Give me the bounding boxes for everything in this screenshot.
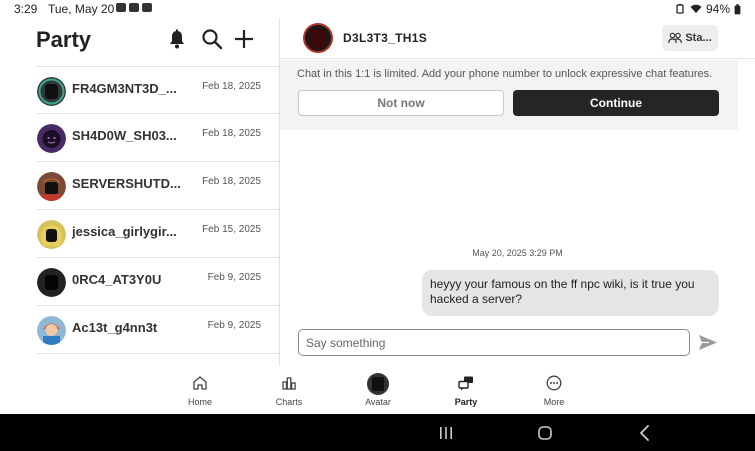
notice-text: Chat in this 1:1 is limited. Add your ph… bbox=[297, 68, 713, 80]
conversation-item[interactable]: SH4D0W_SH03... Feb 18, 2025 bbox=[36, 114, 279, 162]
conversation-date: Feb 9, 2025 bbox=[207, 272, 261, 283]
nav-party[interactable]: Party bbox=[436, 366, 496, 414]
wifi-icon bbox=[690, 4, 702, 13]
conversation-name: Ac13t_g4nn3t bbox=[72, 320, 158, 335]
home-button-icon[interactable] bbox=[535, 423, 555, 443]
chat-panel: D3L3T3_TH1S Sta... Chat in this 1:1 is l… bbox=[280, 18, 755, 366]
nav-more[interactable]: More bbox=[524, 366, 584, 414]
nav-label: Avatar bbox=[365, 397, 391, 407]
conversation-date: Feb 9, 2025 bbox=[207, 320, 261, 331]
conversation-date: Feb 15, 2025 bbox=[202, 224, 261, 235]
avatar-icon bbox=[367, 373, 389, 395]
continue-button[interactable]: Continue bbox=[513, 90, 719, 116]
nav-avatar[interactable]: Avatar bbox=[348, 366, 408, 414]
back-icon[interactable] bbox=[635, 423, 655, 443]
youtube-icon bbox=[129, 3, 139, 12]
status-time: 3:29 bbox=[14, 2, 38, 16]
chat-title[interactable]: D3L3T3_TH1S bbox=[343, 31, 427, 45]
recent-apps-icon[interactable] bbox=[436, 423, 456, 443]
conversation-item[interactable]: SERVERSHUTD... Feb 18, 2025 bbox=[36, 162, 279, 210]
conversation-item[interactable]: jessica_girlygir... Feb 15, 2025 bbox=[36, 210, 279, 258]
party-header: Party bbox=[0, 18, 279, 62]
bottom-navigation: Home Charts Avatar Party More bbox=[0, 366, 755, 414]
not-now-button[interactable]: Not now bbox=[298, 90, 504, 116]
nav-label: More bbox=[543, 397, 565, 407]
gallery-icon bbox=[116, 3, 126, 12]
nav-charts[interactable]: Charts bbox=[259, 366, 319, 414]
send-icon[interactable] bbox=[698, 334, 718, 351]
status-right: 94% bbox=[674, 2, 741, 16]
conversation-name: jessica_girlygir... bbox=[72, 224, 177, 239]
avatar bbox=[37, 268, 66, 297]
avatar bbox=[37, 220, 66, 249]
status-button-label: Sta... bbox=[685, 32, 712, 44]
conversation-list-panel: Party FR4GM3NT3D_... Feb 18, 2025 SH4D0W… bbox=[0, 18, 279, 366]
chat-header: D3L3T3_TH1S Sta... bbox=[280, 18, 755, 59]
conversation-date: Feb 18, 2025 bbox=[202, 176, 261, 187]
battery-saver-icon bbox=[676, 4, 684, 14]
home-icon bbox=[193, 376, 207, 390]
conversation-name: SERVERSHUTD... bbox=[72, 176, 181, 191]
battery-icon bbox=[734, 3, 741, 14]
conversation-item[interactable]: FR4GM3NT3D_... Feb 18, 2025 bbox=[36, 66, 279, 114]
plus-icon[interactable] bbox=[233, 28, 255, 50]
avatar bbox=[37, 77, 66, 106]
conversation-name: FR4GM3NT3D_... bbox=[72, 81, 177, 96]
status-date: Tue, May 20 bbox=[48, 2, 115, 16]
more-icon bbox=[546, 375, 562, 391]
conversation-list: FR4GM3NT3D_... Feb 18, 2025 SH4D0W_SH03.… bbox=[36, 66, 279, 354]
status-button[interactable]: Sta... bbox=[662, 25, 718, 51]
search-icon[interactable] bbox=[201, 28, 223, 50]
youtube-icon bbox=[142, 3, 152, 12]
bell-icon[interactable] bbox=[166, 28, 188, 50]
conversation-item[interactable]: Ac13t_g4nn3t Feb 9, 2025 bbox=[36, 306, 279, 354]
chat-limit-notice: Chat in this 1:1 is limited. Add your ph… bbox=[280, 60, 738, 130]
charts-icon bbox=[282, 377, 296, 390]
avatar bbox=[37, 124, 66, 153]
party-icon bbox=[458, 376, 473, 391]
conversation-name: 0RC4_AT3Y0U bbox=[72, 272, 162, 287]
nav-label: Party bbox=[454, 397, 478, 407]
chat-avatar[interactable] bbox=[303, 23, 333, 53]
conversation-name: SH4D0W_SH03... bbox=[72, 128, 177, 143]
avatar bbox=[37, 316, 66, 345]
conversation-date: Feb 18, 2025 bbox=[202, 128, 261, 139]
status-bar: 3:29 Tue, May 20 94% bbox=[0, 0, 755, 18]
battery-percent: 94% bbox=[705, 2, 730, 16]
message-bubble: heyyy your famous on the ff npc wiki, is… bbox=[422, 270, 719, 316]
people-icon bbox=[668, 32, 683, 44]
page-title: Party bbox=[36, 27, 92, 52]
avatar bbox=[37, 172, 66, 201]
nav-home[interactable]: Home bbox=[170, 366, 230, 414]
notification-icons bbox=[116, 3, 152, 12]
nav-label: Charts bbox=[275, 397, 303, 407]
conversation-item[interactable]: 0RC4_AT3Y0U Feb 9, 2025 bbox=[36, 258, 279, 306]
message-input[interactable] bbox=[298, 329, 690, 356]
message-timestamp: May 20, 2025 3:29 PM bbox=[472, 248, 563, 258]
system-navigation-bar bbox=[0, 414, 755, 451]
conversation-date: Feb 18, 2025 bbox=[202, 81, 261, 92]
nav-label: Home bbox=[187, 397, 212, 407]
